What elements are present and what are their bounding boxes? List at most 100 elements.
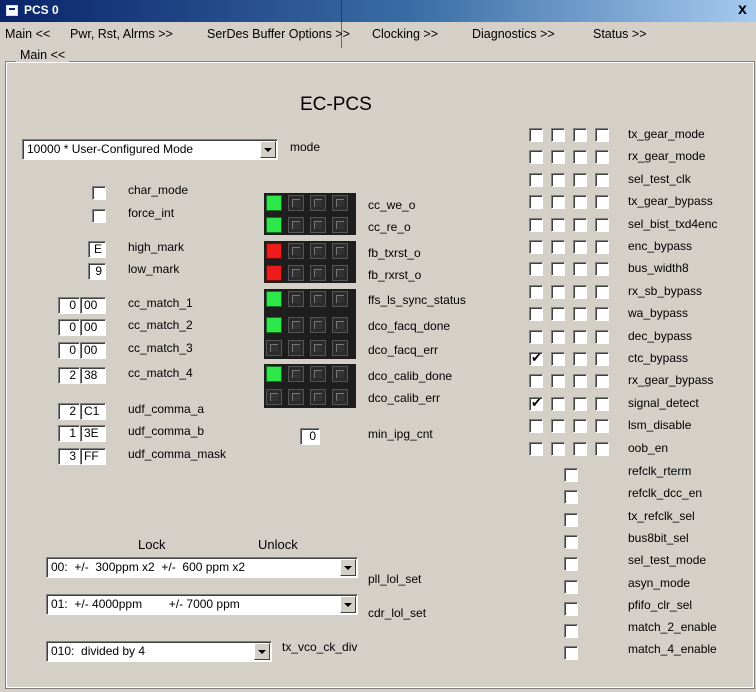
rx-sb-bypass-checkbox-2[interactable]: [573, 284, 587, 299]
rx-gear-bypass-checkbox-0[interactable]: [529, 374, 543, 389]
cc-match-2-byte-a-field[interactable]: 0: [58, 319, 80, 336]
tx-gear-bypass-checkbox-1[interactable]: [551, 195, 565, 210]
rx-sb-bypass-checkbox-3[interactable]: [595, 284, 609, 299]
wa-bypass-checkbox-3[interactable]: [595, 307, 609, 322]
udf-comma-b-byte-a-field[interactable]: 1: [58, 425, 80, 442]
match-2-enable-checkbox[interactable]: [564, 624, 578, 639]
sel-test-clk-checkbox-1[interactable]: [551, 172, 565, 187]
pfifo-clr-sel-checkbox[interactable]: [564, 601, 578, 616]
chevron-down-icon[interactable]: [260, 141, 276, 158]
ctc-bypass-checkbox-2[interactable]: [573, 352, 587, 366]
udf-comma-mask-byte-a-field[interactable]: 3: [58, 448, 80, 465]
dec-bypass-checkbox-3[interactable]: [595, 329, 609, 344]
oob-en-checkbox-3[interactable]: [595, 441, 609, 456]
enc-bypass-checkbox-3[interactable]: [595, 240, 609, 254]
sel-bist-txd4enc-checkbox-1[interactable]: [551, 217, 565, 232]
bus8bit-sel-checkbox[interactable]: [564, 534, 578, 549]
lsm-disable-checkbox-3[interactable]: [595, 419, 609, 434]
signal-detect-checkbox-2[interactable]: [573, 396, 587, 411]
chevron-down-icon[interactable]: [340, 559, 356, 576]
rx-gear-bypass-checkbox-2[interactable]: [573, 374, 587, 389]
sel-test-mode-checkbox[interactable]: [564, 557, 578, 572]
enc-bypass-checkbox-2[interactable]: [573, 240, 587, 254]
menu-diagnostics[interactable]: Diagnostics >>: [472, 27, 555, 41]
oob-en-checkbox-1[interactable]: [551, 441, 565, 456]
sel-test-clk-checkbox-2[interactable]: [573, 172, 587, 187]
cc-match-3-byte-b-field[interactable]: 00: [80, 342, 106, 359]
enc-bypass-checkbox-0[interactable]: [529, 240, 543, 254]
udf-comma-a-byte-a-field[interactable]: 2: [58, 403, 80, 420]
tx-gear-bypass-checkbox-2[interactable]: [573, 195, 587, 210]
cc-match-2-byte-b-field[interactable]: 00: [80, 319, 106, 336]
dec-bypass-checkbox-0[interactable]: [529, 329, 543, 344]
group-label[interactable]: Main <<: [16, 48, 70, 62]
enc-bypass-checkbox-1[interactable]: [551, 240, 565, 254]
char-mode-checkbox[interactable]: [92, 186, 106, 200]
rx-gear-mode-checkbox-0[interactable]: [529, 150, 543, 165]
lsm-disable-checkbox-2[interactable]: [573, 419, 587, 434]
cc-match-1-byte-b-field[interactable]: 00: [80, 297, 106, 314]
tx-gear-bypass-checkbox-3[interactable]: [595, 195, 609, 210]
chevron-down-icon[interactable]: [254, 643, 270, 660]
ctc-bypass-checkbox-1[interactable]: [551, 352, 565, 366]
wa-bypass-checkbox-2[interactable]: [573, 307, 587, 322]
tx-gear-mode-checkbox-0[interactable]: [529, 128, 543, 142]
dec-bypass-checkbox-1[interactable]: [551, 329, 565, 344]
signal-detect-checkbox-1[interactable]: [551, 396, 565, 411]
bus-width8-checkbox-2[interactable]: [573, 262, 587, 277]
mode-select[interactable]: 10000 * User-Configured Mode: [22, 139, 278, 160]
sel-test-clk-checkbox-0[interactable]: [529, 172, 543, 187]
bus-width8-checkbox-1[interactable]: [551, 262, 565, 277]
menu-status[interactable]: Status >>: [593, 27, 647, 41]
wa-bypass-checkbox-1[interactable]: [551, 307, 565, 322]
tx-gear-mode-checkbox-2[interactable]: [573, 128, 587, 142]
signal-detect-checkbox-3[interactable]: [595, 396, 609, 411]
rx-gear-bypass-checkbox-3[interactable]: [595, 374, 609, 389]
asyn-mode-checkbox[interactable]: [564, 579, 578, 594]
bus-width8-checkbox-3[interactable]: [595, 262, 609, 277]
wa-bypass-checkbox-0[interactable]: [529, 307, 543, 322]
sel-bist-txd4enc-checkbox-0[interactable]: [529, 217, 543, 232]
chevron-down-icon[interactable]: [340, 596, 356, 613]
lsm-disable-checkbox-0[interactable]: [529, 419, 543, 434]
low-mark-field[interactable]: 9: [88, 263, 106, 280]
udf-comma-mask-byte-b-field[interactable]: FF: [80, 448, 106, 465]
udf-comma-b-byte-b-field[interactable]: 3E: [80, 425, 106, 442]
rx-gear-mode-checkbox-2[interactable]: [573, 150, 587, 165]
tx-gear-bypass-checkbox-0[interactable]: [529, 195, 543, 210]
sel-test-clk-checkbox-3[interactable]: [595, 172, 609, 187]
cc-match-4-byte-b-field[interactable]: 38: [80, 367, 106, 384]
tx-vco-ck-div-select[interactable]: 010: divided by 4: [46, 641, 272, 662]
tx-gear-mode-checkbox-1[interactable]: [551, 128, 565, 142]
rx-sb-bypass-checkbox-1[interactable]: [551, 284, 565, 299]
lsm-disable-checkbox-1[interactable]: [551, 419, 565, 434]
menu-clocking[interactable]: Clocking >>: [372, 27, 438, 41]
tx-gear-mode-checkbox-3[interactable]: [595, 128, 609, 142]
ctc-bypass-checkbox-3[interactable]: [595, 352, 609, 366]
menu-pwr-rst-alrms[interactable]: Pwr, Rst, Alrms >>: [70, 27, 173, 41]
cc-match-4-byte-a-field[interactable]: 2: [58, 367, 80, 384]
tx-refclk-sel-checkbox[interactable]: [564, 512, 578, 527]
rx-gear-mode-checkbox-3[interactable]: [595, 150, 609, 165]
sel-bist-txd4enc-checkbox-3[interactable]: [595, 217, 609, 232]
oob-en-checkbox-2[interactable]: [573, 441, 587, 456]
match-4-enable-checkbox[interactable]: [564, 646, 578, 661]
cdr-lol-select[interactable]: 01: +/- 4000ppm +/- 7000 ppm: [46, 594, 358, 615]
rx-gear-mode-checkbox-1[interactable]: [551, 150, 565, 165]
ctc-bypass-checkbox-0[interactable]: [529, 350, 543, 366]
dec-bypass-checkbox-2[interactable]: [573, 329, 587, 344]
min-ipg-cnt-field[interactable]: 0: [300, 428, 320, 445]
cc-match-3-byte-a-field[interactable]: 0: [58, 342, 80, 359]
menu-serdes-buffer-options[interactable]: SerDes Buffer Options >>: [207, 27, 350, 41]
high-mark-field[interactable]: E: [88, 241, 106, 258]
pll-lol-select[interactable]: 00: +/- 300ppm x2 +/- 600 ppm x2: [46, 557, 358, 578]
force-int-checkbox[interactable]: [92, 209, 106, 223]
signal-detect-checkbox-0[interactable]: [529, 395, 543, 411]
rx-sb-bypass-checkbox-0[interactable]: [529, 284, 543, 299]
refclk-rterm-checkbox[interactable]: [564, 468, 578, 482]
menu-main[interactable]: Main <<: [5, 27, 50, 41]
refclk-dcc-en-checkbox[interactable]: [564, 490, 578, 505]
rx-gear-bypass-checkbox-1[interactable]: [551, 374, 565, 389]
bus-width8-checkbox-0[interactable]: [529, 262, 543, 277]
close-icon[interactable]: x: [738, 1, 747, 19]
